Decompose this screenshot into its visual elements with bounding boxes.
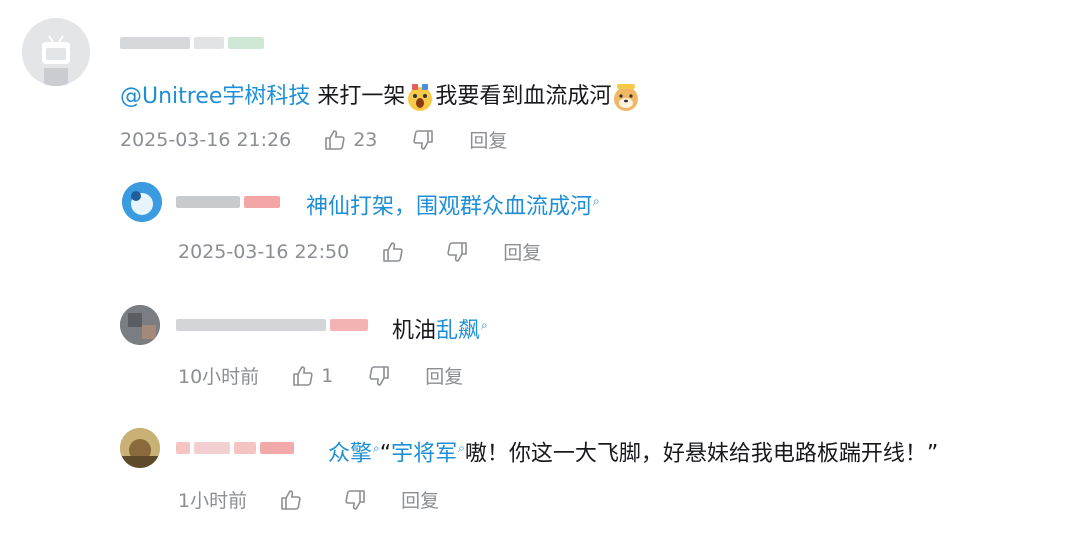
thumb-down-icon <box>345 489 365 510</box>
search-icon[interactable]: ⌕ <box>458 441 465 455</box>
thumb-up-icon <box>383 241 403 262</box>
avatar-image <box>122 182 162 222</box>
like-button[interactable]: 1 <box>291 364 333 388</box>
avatar-image <box>120 305 160 345</box>
dislike-button[interactable] <box>343 488 367 512</box>
username-blurred[interactable] <box>176 441 294 455</box>
avatar[interactable] <box>120 305 160 345</box>
like-button[interactable]: 23 <box>323 128 377 152</box>
reply-text-link[interactable]: 宇将军 <box>391 441 457 466</box>
comment-meta: 2025-03-16 21:26 23 回复 <box>120 126 507 153</box>
reply-content: 机油乱飙⌕ <box>392 310 488 346</box>
reply-button[interactable]: 回复 <box>503 238 541 265</box>
reply-button[interactable]: 回复 <box>401 486 439 513</box>
search-icon[interactable]: ⌕ <box>481 318 488 332</box>
quote-open: “ <box>379 441 392 467</box>
reply-content: 众擎⌕“宇将军⌕嗷！你这一大飞脚，好悬妹给我电路板踹开线！” <box>328 433 938 469</box>
reply-text-link[interactable]: 乱飙 <box>436 318 480 343</box>
avatar[interactable] <box>120 428 160 468</box>
thumb-up-icon <box>325 129 345 150</box>
doge-emoji-icon <box>614 84 639 111</box>
thumb-down-icon <box>413 129 434 150</box>
reply-meta: 10小时前 1 回复 <box>178 362 463 389</box>
reply-text: 机油 <box>392 318 437 344</box>
reply-meta: 2025-03-16 22:50 回复 <box>178 238 541 265</box>
reply-text-link[interactable]: 众擎 <box>328 441 372 466</box>
comment-text-b: 我要看到血流成河 <box>435 84 612 109</box>
dislike-button[interactable] <box>411 128 435 152</box>
like-button[interactable] <box>279 488 309 512</box>
dislike-button[interactable] <box>367 364 391 388</box>
timestamp: 2025-03-16 21:26 <box>120 128 292 151</box>
timestamp: 10小时前 <box>178 366 260 388</box>
username-blurred[interactable] <box>176 195 280 209</box>
search-icon[interactable]: ⌕ <box>373 441 380 455</box>
thumb-up-icon <box>281 489 301 510</box>
comment-content: @Unitree宇树科技 来打一架 我要看到血流成河 <box>120 82 641 112</box>
reply-text: 嗷！你这一大飞脚，好悬妹给我电路板踹开线！” <box>464 441 939 467</box>
thumb-up-icon <box>293 365 313 386</box>
like-button[interactable] <box>381 240 411 264</box>
thumb-down-icon <box>447 241 468 262</box>
username-blurred[interactable] <box>176 318 368 332</box>
comment-text-a: 来打一架 <box>310 84 406 109</box>
avatar[interactable] <box>22 18 90 86</box>
reply-button[interactable]: 回复 <box>425 362 463 389</box>
like-count: 23 <box>353 128 378 151</box>
mention-link[interactable]: @Unitree宇树科技 <box>120 84 310 109</box>
thumb-down-icon <box>369 365 390 386</box>
reply-text-link[interactable]: 神仙打架，围观群众血流成河 <box>306 194 592 219</box>
reply-button[interactable]: 回复 <box>469 126 507 153</box>
avatar[interactable] <box>122 182 162 222</box>
shocked-emoji-icon <box>408 84 433 111</box>
reply-content: 神仙打架，围观群众血流成河⌕ <box>306 186 600 222</box>
reply-meta: 1小时前 回复 <box>178 486 439 513</box>
default-avatar-icon <box>22 18 90 86</box>
search-icon[interactable]: ⌕ <box>593 194 600 208</box>
avatar-image <box>120 428 160 468</box>
dislike-button[interactable] <box>445 240 469 264</box>
username-blurred[interactable] <box>120 36 264 50</box>
timestamp: 2025-03-16 22:50 <box>178 240 350 263</box>
like-count: 1 <box>321 364 334 387</box>
timestamp: 1小时前 <box>178 490 248 512</box>
